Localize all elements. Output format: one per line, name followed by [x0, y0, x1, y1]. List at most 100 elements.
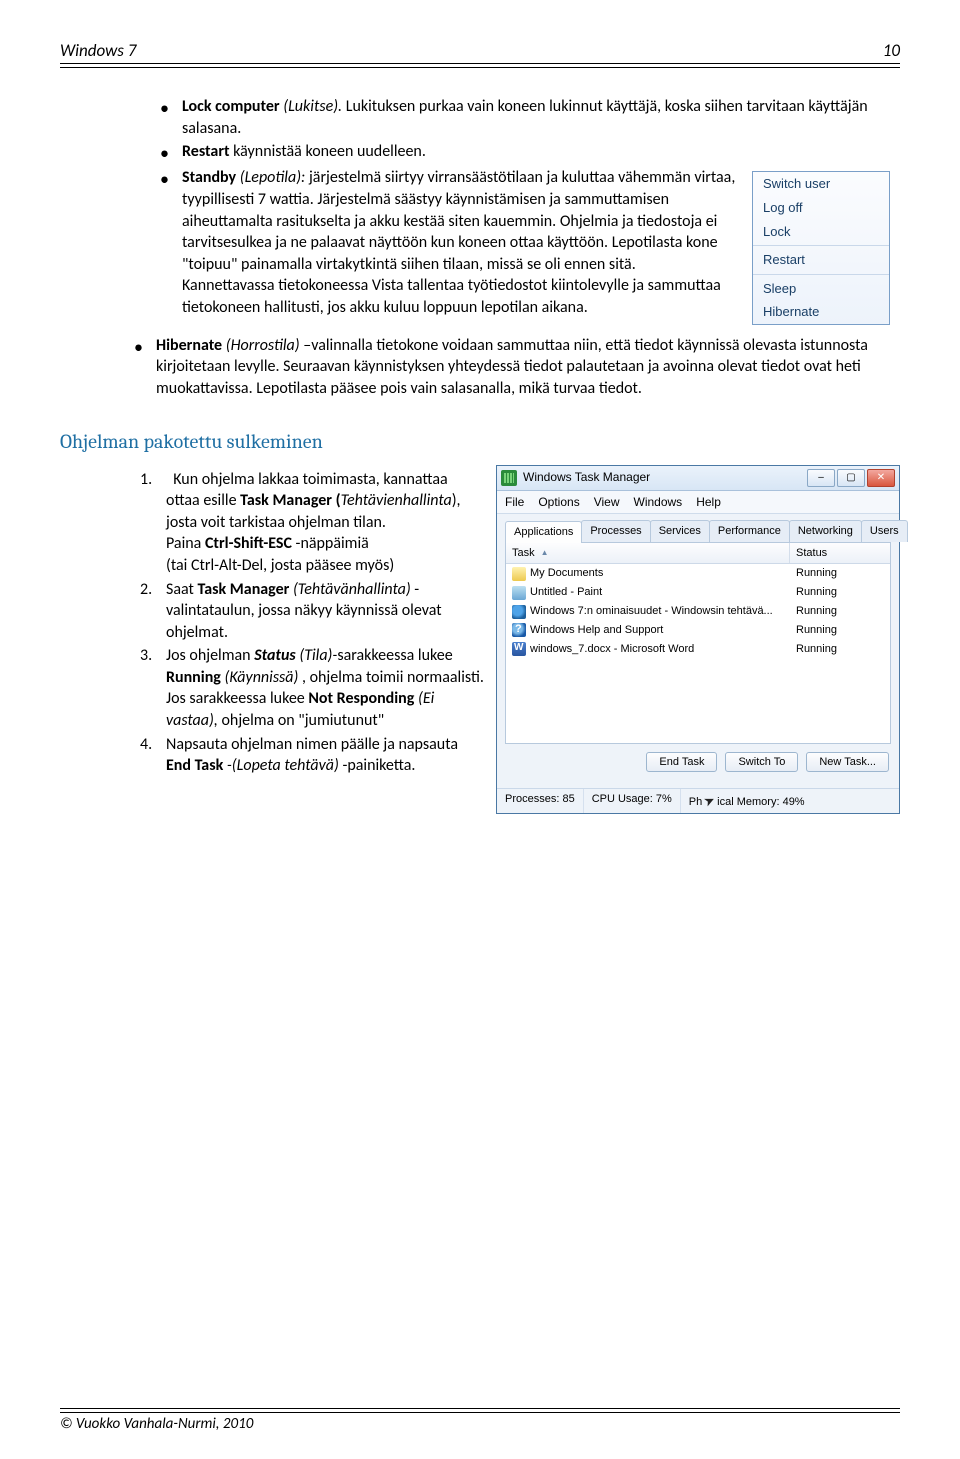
- cursor-icon: ➤: [701, 791, 718, 812]
- text: Task Manager (: [240, 491, 340, 510]
- step-4: 4. Napsauta ohjelman nimen päälle ja nap…: [140, 734, 484, 777]
- help-icon: [512, 623, 526, 637]
- status-cpu: CPU Usage: 7%: [584, 789, 681, 813]
- text: Kannettavassa tietokoneessa Vista tallen…: [182, 276, 721, 317]
- button-row: End Task Switch To New Task...: [505, 744, 891, 781]
- footer-copyright: © Vuokko Vanhala-Nurmi, 2010: [60, 1415, 900, 1433]
- end-task-button[interactable]: End Task: [646, 752, 717, 773]
- bullet-lock: • Lock computer (Lukitse). Lukituksen pu…: [160, 96, 890, 139]
- tab-users[interactable]: Users: [861, 520, 908, 542]
- column-status[interactable]: Status: [790, 543, 890, 564]
- doc-title: Windows 7: [60, 40, 136, 61]
- paint-icon: [512, 586, 526, 600]
- page-number: 10: [883, 40, 900, 61]
- page-footer: © Vuokko Vanhala-Nurmi, 2010: [60, 1408, 900, 1433]
- header-divider: [60, 67, 900, 68]
- new-task-button[interactable]: New Task...: [806, 752, 889, 773]
- column-task[interactable]: Task ▲: [506, 543, 790, 564]
- tab-processes[interactable]: Processes: [581, 520, 650, 542]
- text: Hibernate: [156, 336, 222, 355]
- close-button[interactable]: ✕: [867, 469, 895, 487]
- window-title: Windows Task Manager: [523, 469, 807, 485]
- task-name: Windows 7:n ominaisuudet - Windowsin teh…: [530, 604, 773, 619]
- text: (Käynnissä): [221, 668, 298, 687]
- text: End Task: [166, 756, 223, 775]
- list-header: Task ▲ Status: [506, 543, 890, 565]
- text: sarakkeessa lukee: [337, 646, 452, 665]
- step-3: 3. Jos ohjelman Status (Tila)-sarakkeess…: [140, 645, 484, 731]
- menu-options[interactable]: Options: [538, 494, 579, 510]
- task-list: Task ▲ Status My Documents Running Untit…: [505, 543, 891, 744]
- maximize-button[interactable]: ▢: [837, 469, 865, 487]
- tab-performance[interactable]: Performance: [709, 520, 790, 542]
- tab-services[interactable]: Services: [650, 520, 710, 542]
- task-status: Running: [790, 603, 890, 620]
- menu-separator: [753, 245, 889, 246]
- titlebar[interactable]: Windows Task Manager – ▢ ✕: [497, 466, 899, 491]
- menu-sleep[interactable]: Sleep: [753, 277, 889, 301]
- menubar: File Options View Windows Help: [497, 491, 899, 514]
- task-status: Running: [790, 565, 890, 582]
- text: Saat: [166, 580, 198, 599]
- menu-separator: [753, 274, 889, 275]
- menu-switch-user[interactable]: Switch user: [753, 172, 889, 196]
- text: -näppäimiä: [292, 534, 369, 553]
- tabstrip: Applications Processes Services Performa…: [505, 520, 891, 543]
- sort-caret-icon: ▲: [541, 548, 549, 559]
- statusbar: Processes: 85 CPU Usage: 7% Ph➤ical Memo…: [497, 788, 899, 813]
- bullet-restart: • Restart käynnistää koneen uudelleen.: [160, 141, 890, 165]
- task-name: My Documents: [530, 566, 603, 581]
- text: Not Responding: [308, 689, 418, 708]
- bullet-standby: • Switch user Log off Lock Restart Sleep…: [160, 167, 890, 332]
- ie-icon: [512, 605, 526, 619]
- table-row[interactable]: Windows 7:n ominaisuudet - Windowsin teh…: [506, 602, 890, 621]
- tab-networking[interactable]: Networking: [789, 520, 862, 542]
- bullet-hibernate: • Hibernate (Horrostila) –valinnalla tie…: [134, 335, 890, 400]
- switch-to-button[interactable]: Switch To: [725, 752, 798, 773]
- menu-help[interactable]: Help: [696, 494, 721, 510]
- task-name: Untitled - Paint: [530, 585, 602, 600]
- menu-lock[interactable]: Lock: [753, 220, 889, 244]
- text: Napsauta ohjelman nimen päälle ja napsau…: [166, 735, 458, 754]
- shutdown-bullets: • Lock computer (Lukitse). Lukituksen pu…: [160, 96, 890, 400]
- text: (Tila)-: [296, 646, 338, 665]
- table-row[interactable]: My Documents Running: [506, 564, 890, 583]
- menu-windows[interactable]: Windows: [634, 494, 683, 510]
- status-memory: Ph➤ical Memory: 49%: [681, 789, 899, 813]
- menu-view[interactable]: View: [594, 494, 620, 510]
- menu-file[interactable]: File: [505, 494, 524, 510]
- word-icon: [512, 642, 526, 656]
- text: ical Memory: 49%: [717, 796, 804, 808]
- table-row[interactable]: windows_7.docx - Microsoft Word Running: [506, 640, 890, 659]
- task-status: Running: [790, 622, 890, 639]
- text: (Lukitse).: [280, 97, 342, 116]
- task-name: windows_7.docx - Microsoft Word: [530, 642, 694, 657]
- text: Task Manager: [198, 580, 293, 599]
- text: Task: [512, 546, 535, 561]
- text: käynnistää koneen uudelleen.: [230, 142, 426, 161]
- text: Status: [254, 646, 296, 665]
- task-manager-window: Windows Task Manager – ▢ ✕ File Options …: [496, 465, 900, 815]
- text: Restart: [182, 142, 230, 161]
- text: Jos ohjelman: [166, 646, 254, 665]
- text: ohjelma on "jumiutunut": [221, 711, 384, 730]
- tab-applications[interactable]: Applications: [505, 521, 582, 543]
- text: -(Lopeta tehtävä): [223, 756, 342, 775]
- text: -painiketta.: [342, 756, 415, 775]
- folder-icon: [512, 567, 526, 581]
- page-header: Windows 7 10: [60, 40, 900, 64]
- menu-restart[interactable]: Restart: [753, 248, 889, 272]
- minimize-button[interactable]: –: [807, 469, 835, 487]
- table-row[interactable]: Untitled - Paint Running: [506, 583, 890, 602]
- text: Ph: [689, 796, 702, 808]
- menu-hibernate[interactable]: Hibernate: [753, 300, 889, 324]
- text: Lock computer: [182, 97, 280, 116]
- task-name: Windows Help and Support: [530, 623, 663, 638]
- text: (tai Ctrl-Alt-Del, josta pääsee myös): [166, 556, 394, 575]
- menu-log-off[interactable]: Log off: [753, 196, 889, 220]
- text: Standby: [182, 168, 236, 187]
- text: (Horrostila): [222, 336, 303, 355]
- table-row[interactable]: Windows Help and Support Running: [506, 621, 890, 640]
- text: Ctrl-Shift-ESC: [205, 534, 292, 553]
- step-2: 2. Saat Task Manager (Tehtävänhallinta) …: [140, 579, 484, 644]
